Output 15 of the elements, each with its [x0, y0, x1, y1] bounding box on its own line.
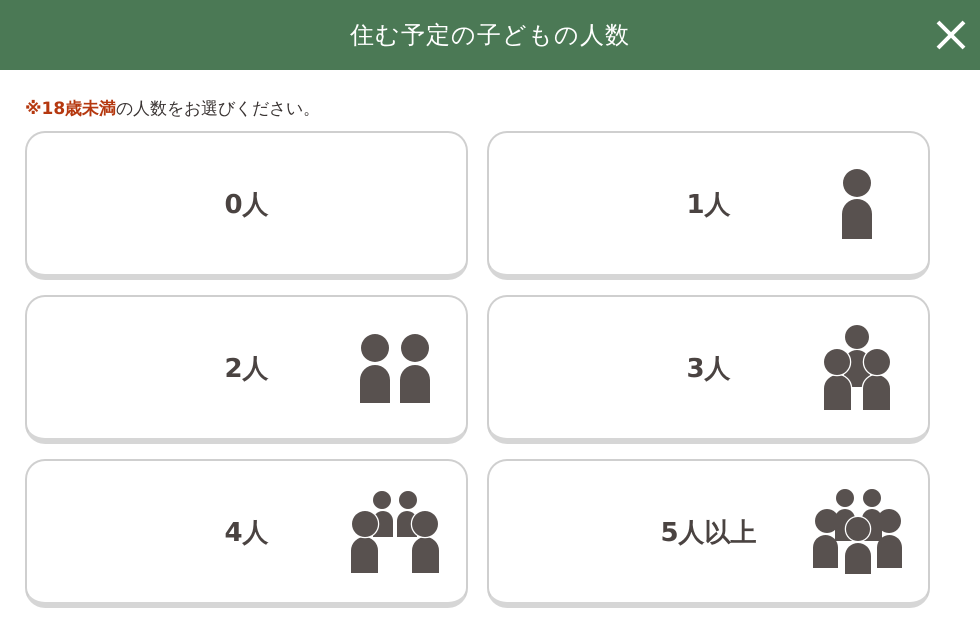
- four-people-icon: [351, 490, 439, 572]
- option-button[interactable]: 4人: [25, 459, 468, 608]
- option-button[interactable]: 2人: [25, 295, 468, 444]
- option-button[interactable]: 0人: [25, 131, 468, 280]
- five-people-icon: [812, 489, 902, 574]
- three-people-icon: [824, 325, 890, 410]
- instruction-text: ※18歳未満の人数をお選びください。: [25, 98, 322, 120]
- option-button[interactable]: 5人以上: [487, 459, 930, 608]
- close-button[interactable]: [935, 19, 967, 51]
- person-icon: [842, 168, 872, 238]
- two-people-icon: [360, 332, 430, 402]
- option-button[interactable]: 1人: [487, 131, 930, 280]
- close-icon: [935, 19, 967, 51]
- option-button[interactable]: 3人: [487, 295, 930, 444]
- dialog-title: 住む予定の子どもの人数: [350, 20, 630, 51]
